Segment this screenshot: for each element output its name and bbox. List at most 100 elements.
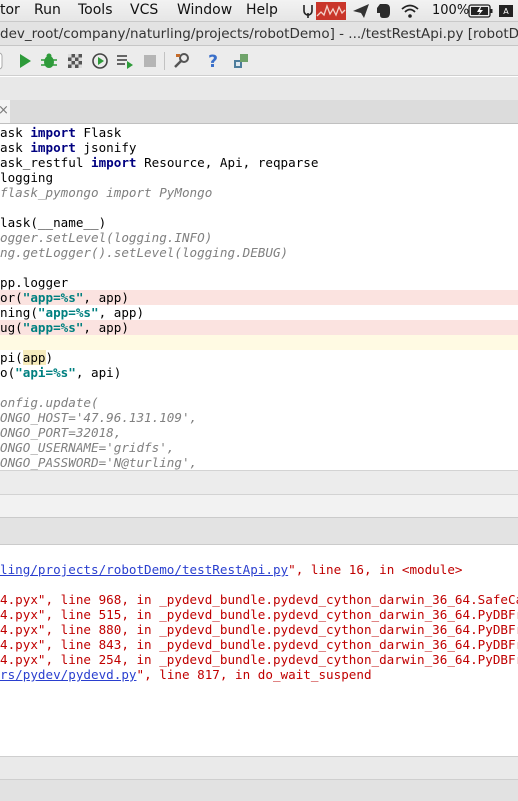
code-token: "api=%s" — [15, 365, 76, 380]
code-token: ask — [0, 140, 31, 155]
console-line: rs/pydev/pydevd.py", line 817, in do_wai… — [0, 667, 518, 682]
code-token: ask_restful — [0, 155, 91, 170]
code-token: jsonify — [75, 140, 137, 155]
wifi-icon[interactable] — [400, 0, 420, 22]
code-line: ug("app=%s", app) — [0, 320, 518, 335]
menu-tools[interactable]: Tools — [78, 2, 113, 18]
code-token: or( — [0, 290, 23, 305]
send-icon[interactable] — [352, 0, 370, 22]
code-token: , api) — [75, 365, 122, 380]
code-token: ng.getLogger().setLevel(logging.DEBUG) — [0, 245, 289, 260]
code-line: ONGO_PORT=32018, — [0, 425, 518, 440]
structure-icon[interactable] — [231, 51, 251, 71]
code-token: Resource, Api, reqparse — [136, 155, 319, 170]
code-line: ONGO_HOST='47.96.131.109', — [0, 410, 518, 425]
code-token: , app) — [98, 305, 145, 320]
menu-vcs[interactable]: VCS — [130, 2, 158, 18]
battery-icon[interactable] — [468, 0, 494, 22]
svg-text:A: A — [503, 7, 509, 16]
navigation-bar — [0, 77, 518, 100]
console-token: ", line 817, in do_wait_suspend — [136, 667, 372, 682]
console-token: 4.pyx", line 843, in _pydevd_bundle.pyde… — [0, 637, 518, 652]
code-token: logging — [0, 170, 54, 185]
console-line: ling/projects/robotDemo/testRestApi.py",… — [0, 562, 518, 577]
toolbar-separator — [164, 52, 165, 70]
traceback-file-link[interactable]: ling/projects/robotDemo/testRestApi.py — [0, 562, 288, 577]
code-token: import — [30, 125, 76, 140]
code-line: ONGO_USERNAME='gridfs', — [0, 440, 518, 455]
menu-help[interactable]: Help — [246, 2, 278, 18]
code-token: pi( — [0, 350, 23, 365]
menu-editor[interactable]: tor — [0, 2, 20, 18]
code-token: ogger.setLevel(logging.INFO) — [0, 230, 213, 245]
run-config-dropdown[interactable] — [0, 51, 6, 71]
code-editor[interactable]: ask import Flask ask import jsonify ask_re… — [0, 125, 518, 470]
main-toolbar: ? — [0, 46, 518, 76]
debug-console[interactable]: ling/projects/robotDemo/testRestApi.py ",… — [0, 546, 518, 756]
code-token: app — [22, 350, 46, 365]
console-token: 4.pyx", line 968, in _pydevd_bundle.pyde… — [0, 592, 518, 607]
code-line: or("app=%s", app) — [0, 290, 518, 305]
console-line: 4.pyx", line 515, in _pydevd_bundle.pyde… — [0, 607, 518, 622]
code-token: ning( — [0, 305, 38, 320]
console-token: 4.pyx", line 254, in _pydevd_bundle.pyde… — [0, 652, 518, 667]
code-line: lask(__name__) — [0, 215, 518, 230]
evernote-icon[interactable] — [376, 0, 392, 22]
code-line — [0, 335, 518, 350]
code-token: o( — [0, 365, 16, 380]
console-line: 4.pyx", line 880, in _pydevd_bundle.pyde… — [0, 622, 518, 637]
code-token: "app=%s" — [22, 320, 84, 335]
code-token: pp.logger — [0, 275, 69, 290]
profile-icon[interactable] — [90, 51, 110, 71]
debug-tool-window-header — [0, 517, 518, 545]
code-token: flask_pymongo import PyMongo — [0, 185, 213, 200]
tool-window-bar — [0, 756, 518, 779]
code-token: ask — [0, 125, 31, 140]
code-token: import — [30, 140, 76, 155]
panel-splitter[interactable] — [0, 494, 518, 517]
code-line: flask_pymongo import PyMongo — [0, 185, 518, 200]
traceback-file-link[interactable]: rs/pydev/pydevd.py — [0, 667, 136, 682]
battery-percent: 100% — [432, 3, 470, 18]
code-token: ug( — [0, 320, 23, 335]
code-token: import — [91, 155, 137, 170]
code-line: pi(app) — [0, 350, 518, 365]
code-token: onfig.update( — [0, 395, 99, 410]
code-token: "app=%s" — [22, 290, 84, 305]
help-icon[interactable]: ? — [203, 51, 223, 71]
code-line: ogger.setLevel(logging.INFO) — [0, 230, 518, 245]
code-token: ONGO_USERNAME='gridfs', — [0, 440, 175, 455]
debug-icon[interactable] — [39, 51, 59, 71]
menu-run[interactable]: Run — [34, 2, 61, 18]
run-icon[interactable] — [15, 51, 35, 71]
usb-icon[interactable] — [302, 0, 314, 22]
run-tests-icon[interactable] — [115, 51, 135, 71]
console-line: 4.pyx", line 843, in _pydevd_bundle.pyde… — [0, 637, 518, 652]
settings-icon[interactable] — [171, 51, 191, 71]
menu-window[interactable]: Window — [177, 2, 232, 18]
svg-text:?: ? — [208, 52, 218, 70]
editor-tab-strip: × — [0, 100, 518, 124]
console-token: 4.pyx", line 515, in _pydevd_bundle.pyde… — [0, 607, 518, 622]
coverage-icon[interactable] — [65, 51, 85, 71]
input-source-icon[interactable]: A — [498, 0, 514, 22]
code-line: ning("app=%s", app) — [0, 305, 518, 320]
code-token: "app=%s" — [37, 305, 99, 320]
code-token: ONGO_HOST='47.96.131.109', — [0, 410, 198, 425]
code-token: lask(__name__) — [0, 215, 107, 230]
stop-icon[interactable] — [140, 51, 160, 71]
console-line: 4.pyx", line 254, in _pydevd_bundle.pyde… — [0, 652, 518, 667]
code-line: ONGO_PASSWORD='N@turling', — [0, 455, 518, 470]
code-line: ask_restful import Resource, Api, reqpar… — [0, 155, 518, 170]
console-line: 4.pyx", line 968, in _pydevd_bundle.pyde… — [0, 592, 518, 607]
code-line: ask import jsonify — [0, 140, 518, 155]
activity-monitor-icon[interactable] — [316, 0, 346, 22]
console-token: 4.pyx", line 880, in _pydevd_bundle.pyde… — [0, 622, 518, 637]
code-token: Flask — [75, 125, 122, 140]
tab-close-icon[interactable]: × — [0, 103, 9, 118]
code-line: ng.getLogger().setLevel(logging.DEBUG) — [0, 245, 518, 260]
